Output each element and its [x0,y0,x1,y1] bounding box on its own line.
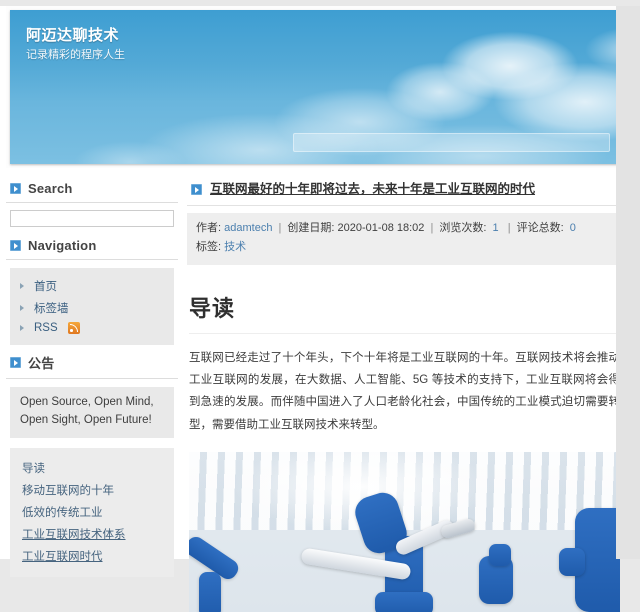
play-square-icon [10,240,21,251]
search-box [6,203,178,230]
article-image-robots [189,452,620,612]
notice-panel: Open Source, Open Mind, Open Sight, Open… [10,387,174,438]
search-widget-header: Search [6,177,178,203]
meta-author-value[interactable]: adamtech [224,222,272,234]
status-badge[interactable]: 技术 [224,241,246,253]
robot-arm-right-joint [489,544,511,566]
list-item[interactable]: 工业互联网时代 [22,545,162,567]
article-meta-bar: 作者: adamtech | 创建日期: 2020-01-08 18:02 | … [187,213,622,265]
navigation-widget-header: Navigation [6,234,178,260]
play-square-icon [191,184,202,195]
article-paragraph: 互联网已经走过了十个年头，下个十年将是工业互联网的十年。互联网技术将会推动工业互… [189,347,620,437]
toc-link-0[interactable]: 导读 [22,463,45,475]
robot-arm-left-base [199,572,221,612]
notice-widget-header: 公告 [6,349,178,379]
toc-link-4[interactable]: 工业互联网时代 [22,551,103,563]
navigation-panel: 首页 标签墙 RSS [10,268,174,345]
meta-comments-value: 0 [567,222,579,234]
site-banner: 阿迈达聊技术 记录精彩的程序人生 [6,6,622,168]
play-square-icon [10,357,21,368]
rss-icon[interactable] [68,322,80,334]
sidebar-item-rss[interactable]: RSS [20,319,164,337]
search-heading: Search [28,181,73,196]
notice-line-1: Open Source, Open Mind, [20,394,164,412]
page-columns: Search Navigation 首页 [0,168,628,612]
meta-author-label: 作者: [196,222,221,234]
meta-views-value: 1 [490,222,502,234]
main-content: 互联网最好的十年即将过去，未来十年是工业互联网的时代 作者: adamtech … [187,168,622,612]
list-item[interactable]: 工业互联网技术体系 [22,523,162,545]
navigation-list: 首页 标签墙 RSS [20,275,164,337]
meta-date-label: 创建日期: [287,222,334,234]
robot-arm-far-right-joint [559,548,585,576]
page-scrollbar[interactable] [616,6,628,559]
site-title: 阿迈达聊技术 [26,24,119,45]
section-title: 导读 [189,291,622,323]
meta-comments-label: 评论总数: [517,222,564,234]
widget-search: Search [6,177,178,230]
toc-link-3[interactable]: 工业互联网技术体系 [22,529,126,541]
list-item[interactable]: 导读 [22,457,162,479]
meta-separator: | [427,222,436,234]
meta-row-primary: 作者: adamtech | 创建日期: 2020-01-08 18:02 | … [196,219,613,238]
meta-separator: | [276,222,285,234]
top-navigation-bar[interactable] [293,133,610,152]
play-square-icon [10,183,21,194]
section-divider [189,333,620,334]
site-subtitle: 记录精彩的程序人生 [26,46,125,62]
notice-heading: 公告 [28,353,54,372]
robot-arm-center-base [375,592,433,612]
navigation-heading: Navigation [28,238,96,253]
toc-list: 导读 移动互联网的十年 低效的传统工业 工业互联网技术体系 工业互联网时代 [22,457,162,567]
toc-link-1[interactable]: 移动互联网的十年 [22,485,114,497]
article-header: 互联网最好的十年即将过去，未来十年是工业互联网的时代 [187,177,622,206]
sidebar-item-home[interactable]: 首页 [20,275,164,297]
widget-navigation: Navigation 首页 标签墙 R [6,234,178,345]
list-item[interactable]: 低效的传统工业 [22,501,162,523]
table-of-contents: 导读 移动互联网的十年 低效的传统工业 工业互联网技术体系 工业互联网时代 [10,448,174,577]
sidebar: Search Navigation 首页 [6,168,178,577]
meta-row-tags: 标签: 技术 [196,238,613,257]
list-item[interactable]: 移动互联网的十年 [22,479,162,501]
meta-tags-label: 标签: [196,241,221,253]
widget-notice: 公告 Open Source, Open Mind, Open Sight, O… [6,349,178,438]
article-title[interactable]: 互联网最好的十年即将过去，未来十年是工业互联网的时代 [210,182,535,197]
toc-link-2[interactable]: 低效的传统工业 [22,507,103,519]
meta-separator: | [505,222,514,234]
search-input[interactable] [10,210,174,227]
sidebar-link-rss[interactable]: RSS [34,322,58,334]
sidebar-link-home[interactable]: 首页 [34,278,57,294]
chevron-right-icon [20,305,28,311]
page-root: 阿迈达聊技术 记录精彩的程序人生 Search Navig [0,6,640,559]
meta-date-value: 2020-01-08 18:02 [338,222,425,234]
meta-views-label: 浏览次数: [439,222,486,234]
chevron-right-icon [20,283,28,289]
notice-line-2: Open Sight, Open Future! [20,412,164,430]
chevron-right-icon [20,325,28,331]
sidebar-link-tagwall[interactable]: 标签墙 [34,300,69,316]
banner-image: 阿迈达聊技术 记录精彩的程序人生 [10,10,618,164]
sidebar-item-tagwall[interactable]: 标签墙 [20,297,164,319]
